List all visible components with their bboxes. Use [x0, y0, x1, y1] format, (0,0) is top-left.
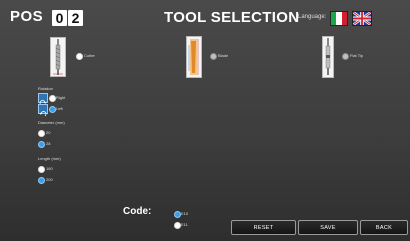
rotation-left-radio[interactable] — [49, 106, 56, 113]
diameter-28-label: 28 — [46, 141, 51, 146]
rotation-right-radio[interactable] — [49, 95, 56, 102]
rotation-title: Rotation — [38, 86, 53, 91]
length-200-label: 200 — [46, 177, 53, 182]
diameter-title: Diameter (mm) — [38, 120, 65, 125]
pos-digit-2[interactable]: 2 — [68, 10, 83, 26]
code-e10-label: E10 — [181, 211, 189, 216]
rotation-left-icon — [38, 104, 48, 117]
diameter-28-radio[interactable] — [38, 141, 45, 148]
tool-blade-radio[interactable] — [210, 53, 217, 60]
rotation-right-label: Right — [56, 95, 66, 100]
flat-tip-tool-image[interactable] — [322, 36, 334, 78]
tool-cutter-label: Cutter — [84, 53, 95, 58]
diameter-20-radio[interactable] — [38, 130, 45, 137]
back-button[interactable]: BACK — [360, 220, 408, 235]
language-label: Language: — [298, 14, 327, 20]
rotation-right-icon — [38, 93, 48, 106]
pos-label: POS — [10, 8, 44, 25]
blade-tool-image[interactable] — [186, 36, 202, 78]
code-label: Code: — [123, 206, 152, 217]
page-title: TOOL SELECTION — [164, 9, 300, 26]
code-e11-radio[interactable] — [174, 222, 181, 229]
tool-flat-tip-radio[interactable] — [342, 53, 349, 60]
tool-cutter-radio[interactable] — [76, 53, 83, 60]
length-title: Length (mm) — [38, 156, 61, 161]
code-e11-label: E11 — [181, 222, 188, 227]
uk-flag-icon[interactable] — [352, 10, 372, 27]
length-160-label: 160 — [46, 166, 53, 171]
code-e10-radio[interactable] — [174, 211, 181, 218]
rotation-left-label: Left — [56, 106, 63, 111]
italian-flag-icon[interactable] — [330, 11, 348, 26]
length-200-radio[interactable] — [38, 177, 45, 184]
pos-digit-1[interactable]: 0 — [52, 10, 67, 26]
length-160-radio[interactable] — [38, 166, 45, 173]
tool-flat-tip-label: Flat Tip — [350, 53, 364, 58]
reset-button[interactable]: RESET — [231, 220, 296, 235]
diameter-20-label: 20 — [46, 130, 51, 135]
tool-blade-label: Blade — [218, 53, 229, 58]
cutter-tool-image[interactable] — [50, 37, 66, 77]
save-button[interactable]: SAVE — [298, 220, 358, 235]
